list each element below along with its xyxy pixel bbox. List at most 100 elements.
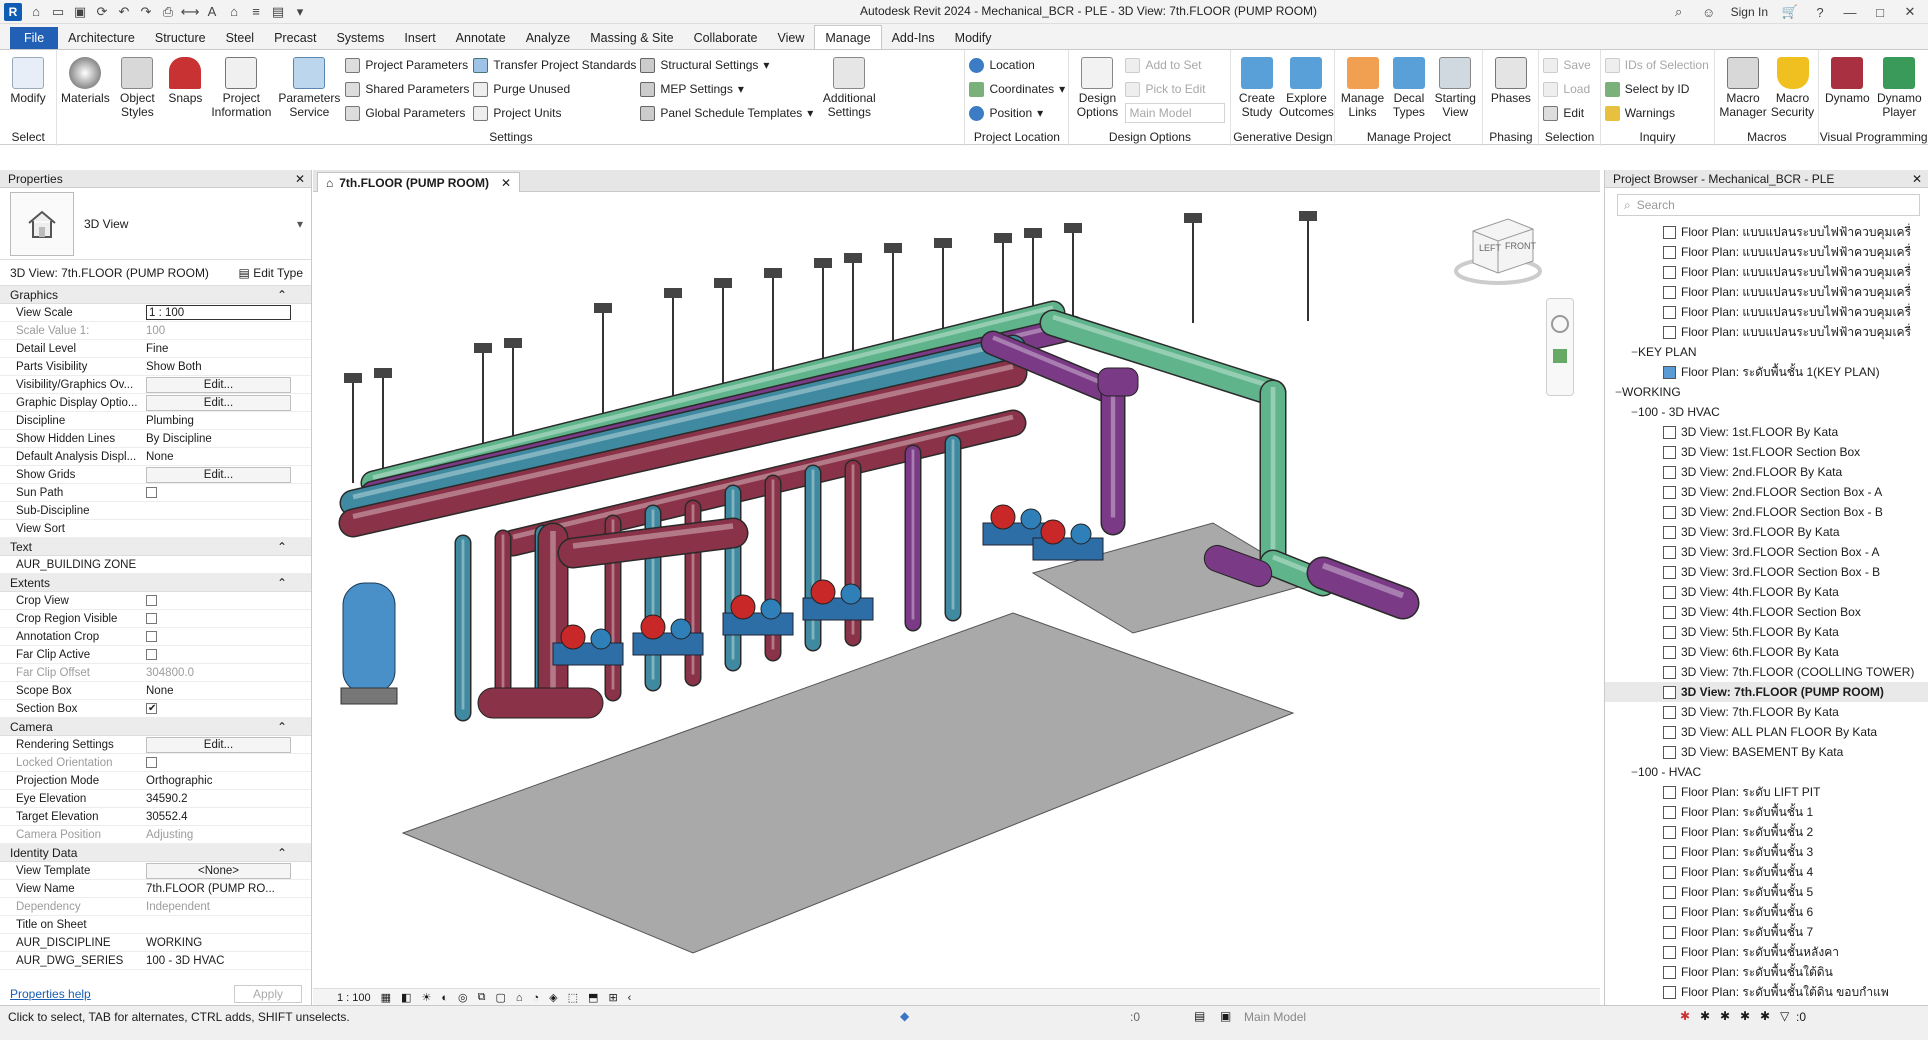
property-checkbox[interactable] (146, 595, 157, 606)
section-identity-data[interactable]: Identity Data ⌃ (0, 844, 311, 862)
property-value[interactable]: None (146, 448, 311, 465)
analysis-icon[interactable]: ⬚ (568, 991, 578, 1004)
transfer-standards-button[interactable]: Transfer Project Standards (473, 55, 636, 75)
collapse-icon[interactable]: ⌃ (277, 574, 287, 592)
view-instance-dropdown[interactable]: 3D View: 7th.FLOOR (PUMP ROOM) (10, 266, 209, 280)
project-units-button[interactable]: Project Units (473, 103, 636, 123)
collapse-icon[interactable]: ⌃ (277, 286, 287, 304)
tab-steel[interactable]: Steel (216, 27, 265, 49)
browser-item[interactable]: Floor Plan: ระดับ LIFT PIT (1605, 782, 1928, 802)
position-button[interactable]: Position ▾ (969, 103, 1065, 123)
sign-in-link[interactable]: Sign In (1731, 5, 1768, 19)
browser-item[interactable]: Floor Plan: ระดับพื้นชั้น 5 (1605, 882, 1928, 902)
save-selection-button[interactable]: Save (1543, 55, 1591, 75)
browser-item[interactable]: Floor Plan: แบบแปลนระบบไฟฟ้าควบคุมเครื่ (1605, 322, 1928, 342)
properties-help-link[interactable]: Properties help (10, 987, 91, 1001)
browser-item[interactable]: Floor Plan: ระดับพื้นชั้น 7 (1605, 922, 1928, 942)
minimize-icon[interactable]: — (1842, 4, 1858, 20)
tab-annotate[interactable]: Annotate (446, 27, 516, 49)
apply-button[interactable]: Apply (233, 985, 302, 1003)
show-constraints-icon[interactable]: ⊞ (608, 991, 617, 1004)
browser-item[interactable]: Floor Plan: แบบแปลนระบบไฟฟ้าควบคุมเครื่ (1605, 262, 1928, 282)
design-options-button[interactable]: Design Options (1073, 53, 1121, 119)
property-edit-button[interactable]: Edit... (146, 737, 291, 753)
tab-precast[interactable]: Precast (264, 27, 326, 49)
property-value[interactable] (146, 520, 311, 537)
property-value[interactable]: WORKING (146, 934, 311, 951)
select-by-id-button[interactable]: Select by ID (1604, 79, 1709, 99)
3d-view-icon[interactable]: ⌂ (226, 4, 242, 20)
active-design-option[interactable]: Main Model (1244, 1010, 1444, 1024)
close-icon[interactable]: ✕ (501, 176, 511, 190)
view-scale-input[interactable]: 1 : 100 (146, 305, 291, 320)
property-edit-button[interactable]: Edit... (146, 377, 291, 393)
property-value[interactable]: Orthographic (146, 772, 311, 789)
property-value[interactable]: Plumbing (146, 412, 311, 429)
browser-item[interactable]: Floor Plan: ระดับพื้นชั้นใต้ดิน ขอบกำแพ (1605, 982, 1928, 1002)
design-option-select[interactable]: Main Model (1125, 103, 1226, 123)
property-value[interactable]: 100 - 3D HVAC (146, 952, 311, 969)
collapse-icon[interactable]: ⌃ (277, 844, 287, 862)
property-value[interactable]: Fine (146, 340, 311, 357)
mep-settings-button[interactable]: MEP Settings ▾ (640, 79, 813, 99)
redo-icon[interactable]: ↷ (138, 4, 154, 20)
modify-button[interactable]: Modify (4, 53, 52, 105)
sun-path-icon[interactable]: ☀ (421, 991, 431, 1004)
edit-type-button[interactable]: ▤ Edit Type (239, 266, 303, 280)
tab-modify[interactable]: Modify (945, 27, 1002, 49)
collapse-icon[interactable]: ⌃ (277, 718, 287, 736)
browser-item[interactable]: 3D View: 5th.FLOOR By Kata (1605, 622, 1928, 642)
user-icon[interactable]: ☺ (1701, 4, 1717, 20)
property-checkbox[interactable] (146, 613, 157, 624)
filter-icon[interactable]: ▽ (1780, 1009, 1789, 1023)
edit-selection-button[interactable]: Edit (1543, 103, 1590, 123)
browser-search-input[interactable]: ⌕ Search (1617, 194, 1920, 216)
steering-wheel-icon[interactable] (1551, 315, 1569, 333)
object-styles-button[interactable]: Object Styles (113, 53, 161, 119)
browser-item[interactable]: 3D View: 3rd.FLOOR Section Box - B (1605, 562, 1928, 582)
select-pinned-icon[interactable]: ✱ (1720, 1009, 1730, 1023)
browser-item[interactable]: 3D View: 3rd.FLOOR Section Box - A (1605, 542, 1928, 562)
global-parameters-button[interactable]: Global Parameters (345, 103, 469, 123)
pick-to-edit-button[interactable]: Pick to Edit (1125, 79, 1225, 99)
browser-group[interactable]: − KEY PLAN (1605, 342, 1928, 362)
decal-types-button[interactable]: Decal Types (1390, 53, 1429, 119)
print-icon[interactable]: ⎙ (160, 4, 176, 20)
structural-settings-button[interactable]: Structural Settings ▾ (640, 55, 813, 75)
temporary-hide-icon[interactable]: ◔ (533, 992, 540, 1004)
purge-unused-button[interactable]: Purge Unused (473, 79, 636, 99)
browser-item[interactable]: Floor Plan: ระดับพื้นชั้น 2 (1605, 822, 1928, 842)
materials-button[interactable]: Materials (61, 53, 110, 105)
browser-item[interactable]: 3D View: 2nd.FLOOR By Kata (1605, 462, 1928, 482)
parameters-service-button[interactable]: Parameters Service (277, 53, 341, 119)
select-by-face-icon[interactable]: ✱ (1740, 1009, 1750, 1023)
reveal-hidden-icon[interactable]: ◈ (549, 991, 557, 1004)
tab-architecture[interactable]: Architecture (58, 27, 145, 49)
tab-collaborate[interactable]: Collaborate (684, 27, 768, 49)
undo-icon[interactable]: ↶ (116, 4, 132, 20)
3d-view-canvas[interactable]: LEFT FRONT (313, 193, 1598, 988)
browser-item[interactable]: Floor Plan: แบบแปลนระบบไฟฟ้าควบคุมเครื่ (1605, 302, 1928, 322)
browser-group[interactable]: − WORKING (1605, 382, 1928, 402)
browser-item[interactable]: 3D View: ALL PLAN FLOOR By Kata (1605, 722, 1928, 742)
close-icon[interactable]: ✕ (1912, 170, 1922, 188)
property-value[interactable] (146, 556, 311, 573)
browser-item[interactable]: Floor Plan: ระดับพื้นชั้น 4 (1605, 862, 1928, 882)
crop-view-icon[interactable]: ⧉ (478, 991, 486, 1004)
zoom-icon[interactable] (1553, 349, 1567, 363)
viewcube[interactable]: LEFT FRONT (1453, 211, 1543, 291)
property-edit-button[interactable]: Edit... (146, 395, 291, 411)
property-checkbox[interactable] (146, 631, 157, 642)
tab-massing-site[interactable]: Massing & Site (580, 27, 683, 49)
section-text[interactable]: Text ⌃ (0, 538, 311, 556)
open-icon[interactable]: ▭ (50, 4, 66, 20)
shared-parameters-button[interactable]: Shared Parameters (345, 79, 469, 99)
browser-item[interactable]: 3D View: 6th.FLOOR By Kata (1605, 642, 1928, 662)
browser-item[interactable]: 3D View: 2nd.FLOOR Section Box - A (1605, 482, 1928, 502)
tab-insert[interactable]: Insert (394, 27, 445, 49)
manage-links-button[interactable]: Manage Links (1339, 53, 1385, 119)
coordinates-button[interactable]: Coordinates ▾ (969, 79, 1065, 99)
tab-manage[interactable]: Manage (814, 25, 882, 49)
editing-requests-icon[interactable]: ▤ (1194, 1009, 1205, 1023)
browser-item[interactable]: 3D View: 7th.FLOOR By Kata (1605, 702, 1928, 722)
